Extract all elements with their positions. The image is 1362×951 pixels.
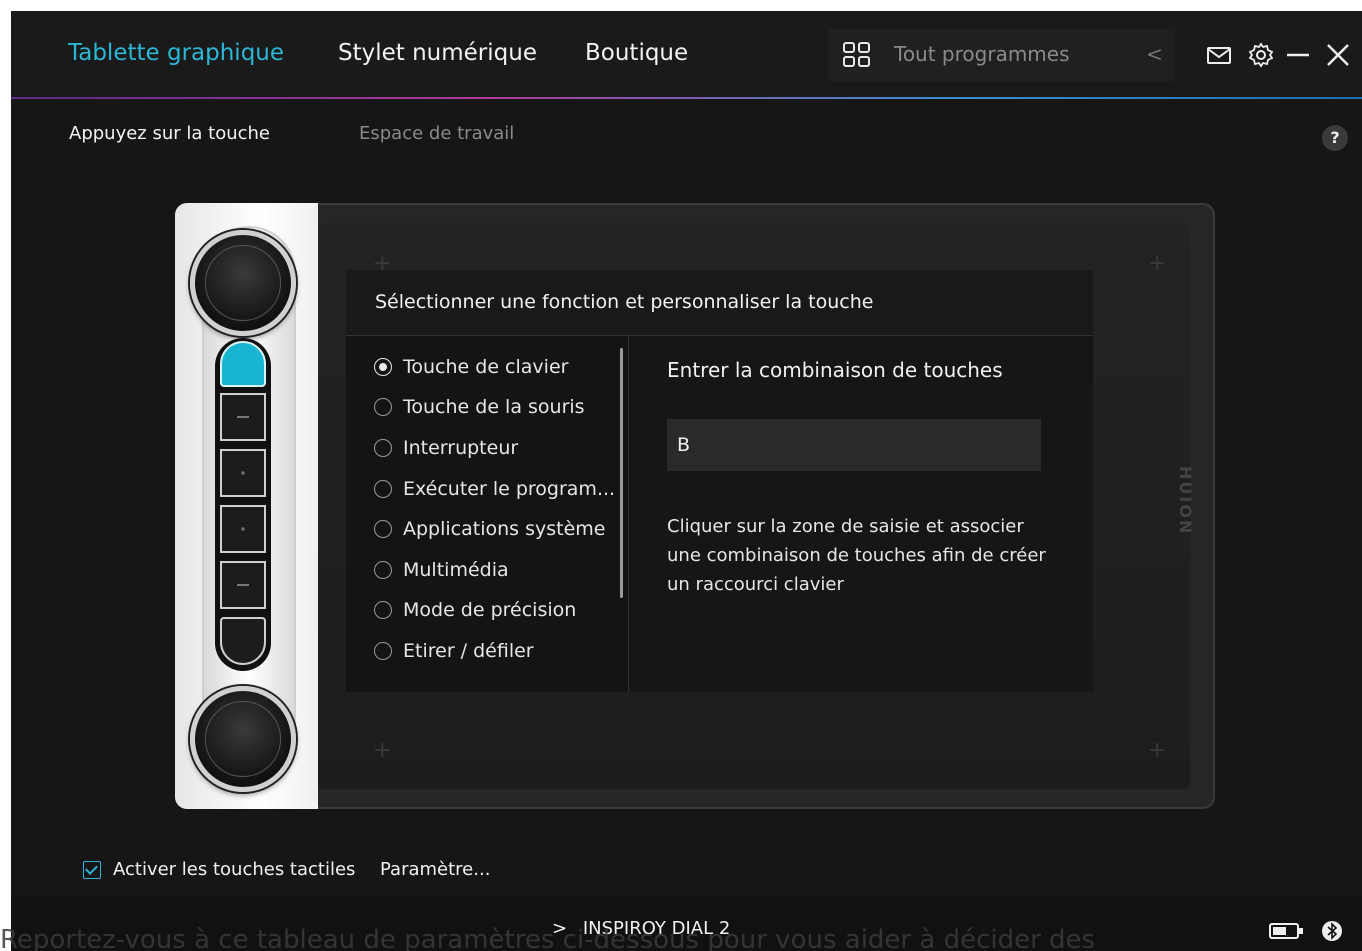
enable-touch-keys-label: Activer les touches tactiles: [113, 859, 356, 880]
tab-workspace[interactable]: Espace de travail: [359, 123, 514, 144]
nav-graphic-tablet[interactable]: Tablette graphique: [68, 40, 284, 66]
function-option-label: Exécuter le program...: [403, 478, 616, 500]
function-option-label: Touche de clavier: [403, 356, 569, 378]
function-list: Touche de clavier Touche de la souris In…: [346, 336, 629, 692]
key-combination-title: Entrer la combinaison de touches: [667, 358, 1003, 382]
dial-bottom[interactable]: [190, 686, 296, 792]
function-option-run-program[interactable]: Exécuter le program...: [374, 474, 615, 504]
mail-icon[interactable]: [1205, 41, 1233, 69]
radio-icon[interactable]: [374, 480, 392, 498]
key-combination-help: Cliquer sur la zone de saisie et associe…: [667, 516, 1046, 595]
program-selector[interactable]: Tout programmes <: [828, 29, 1175, 81]
tab-press-keys[interactable]: Appuyez sur la touche: [69, 123, 270, 144]
express-key-2[interactable]: [220, 393, 266, 441]
express-key-5[interactable]: [220, 561, 266, 609]
nav-digital-pen[interactable]: Stylet numérique: [338, 40, 537, 66]
function-option-switch[interactable]: Interrupteur: [374, 433, 518, 463]
express-key-4[interactable]: [220, 505, 266, 553]
help-icon[interactable]: ?: [1322, 125, 1348, 151]
settings-link[interactable]: Paramètre...: [380, 859, 490, 880]
function-option-label: Touche de la souris: [403, 396, 585, 418]
gear-icon[interactable]: [1247, 41, 1275, 69]
express-key-6[interactable]: [220, 617, 266, 665]
radio-selected-icon[interactable]: [374, 358, 392, 376]
top-navigation-bar: Tablette graphique Stylet numérique Bout…: [11, 11, 1362, 99]
tablet-key-panel: [175, 203, 318, 809]
corner-mark-icon: +: [1148, 251, 1167, 276]
radio-icon[interactable]: [374, 642, 392, 660]
express-key-1[interactable]: [220, 341, 266, 387]
function-option-label: Etirer / défiler: [403, 640, 534, 662]
radio-icon[interactable]: [374, 439, 392, 457]
dialog-title: Sélectionner une fonction et personnalis…: [375, 291, 874, 313]
enable-touch-keys-option[interactable]: Activer les touches tactiles: [83, 859, 355, 880]
dial-top[interactable]: [190, 230, 296, 336]
function-dialog: Sélectionner une fonction et personnalis…: [346, 270, 1093, 692]
key-combination-input[interactable]: [667, 419, 1041, 471]
function-option-multimedia[interactable]: Multimédia: [374, 555, 509, 585]
chevron-left-icon[interactable]: <: [1146, 42, 1163, 66]
function-option-stretch-scroll[interactable]: Etirer / défiler: [374, 636, 534, 666]
page-caption-text: Reportez-vous à ce tableau de paramètres…: [0, 925, 1096, 951]
function-option-keyboard[interactable]: Touche de clavier: [374, 352, 568, 382]
dialog-header: Sélectionner une fonction et personnalis…: [346, 270, 1093, 336]
function-list-scrollbar[interactable]: [620, 348, 623, 598]
function-option-label: Mode de précision: [403, 599, 577, 621]
nav-shop[interactable]: Boutique: [585, 40, 688, 66]
express-key-3[interactable]: [220, 449, 266, 497]
radio-icon[interactable]: [374, 601, 392, 619]
function-option-label: Multimédia: [403, 559, 509, 581]
checkbox-checked-icon[interactable]: [83, 860, 101, 879]
function-option-system-apps[interactable]: Applications système: [374, 514, 605, 544]
express-keys: [215, 338, 271, 671]
program-selector-label: Tout programmes: [894, 42, 1070, 66]
radio-icon[interactable]: [374, 520, 392, 538]
app-window: Tablette graphique Stylet numérique Bout…: [11, 11, 1362, 951]
brand-logo: HUION: [1176, 466, 1195, 536]
function-option-precision-mode[interactable]: Mode de précision: [374, 595, 576, 625]
function-option-label: Interrupteur: [403, 437, 519, 459]
close-icon[interactable]: [1324, 41, 1352, 69]
radio-icon[interactable]: [374, 561, 392, 579]
app-grid-icon: [843, 42, 870, 67]
corner-mark-icon: +: [373, 738, 392, 763]
corner-mark-icon: +: [1148, 738, 1167, 763]
minimize-icon[interactable]: [1284, 41, 1312, 69]
function-option-label: Applications système: [403, 518, 606, 540]
radio-icon[interactable]: [374, 398, 392, 416]
function-option-mouse[interactable]: Touche de la souris: [374, 392, 585, 422]
